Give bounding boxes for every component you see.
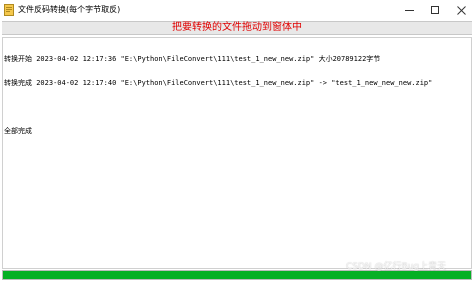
log-line: 全部完成 <box>4 127 32 135</box>
maximize-icon <box>431 6 439 14</box>
minimize-icon <box>404 9 414 11</box>
title-bar[interactable]: 文件反码转换(每个字节取反) <box>0 0 474 20</box>
log-textarea[interactable]: 转换开始 2023-04-02 12:17:36 "E:\Python\File… <box>2 37 472 269</box>
log-line: 转换开始 2023-04-02 12:17:36 "E:\Python\File… <box>4 55 381 63</box>
minimize-button[interactable] <box>396 0 422 20</box>
app-icon <box>4 4 14 16</box>
drop-hint-label: 把要转换的文件拖动到窗体中 <box>2 21 472 35</box>
maximize-button[interactable] <box>422 0 448 20</box>
close-icon <box>456 5 466 15</box>
log-line: 转换完成 2023-04-02 12:17:40 "E:\Python\File… <box>4 79 433 87</box>
app-window: 文件反码转换(每个字节取反) 把要转换的文件拖动到窗体中 转换开始 2023-0… <box>0 0 474 283</box>
window-title: 文件反码转换(每个字节取反) <box>18 5 121 14</box>
watermark-text: CSDN @亿行Bug上青天 <box>346 262 447 272</box>
close-button[interactable] <box>448 0 474 20</box>
